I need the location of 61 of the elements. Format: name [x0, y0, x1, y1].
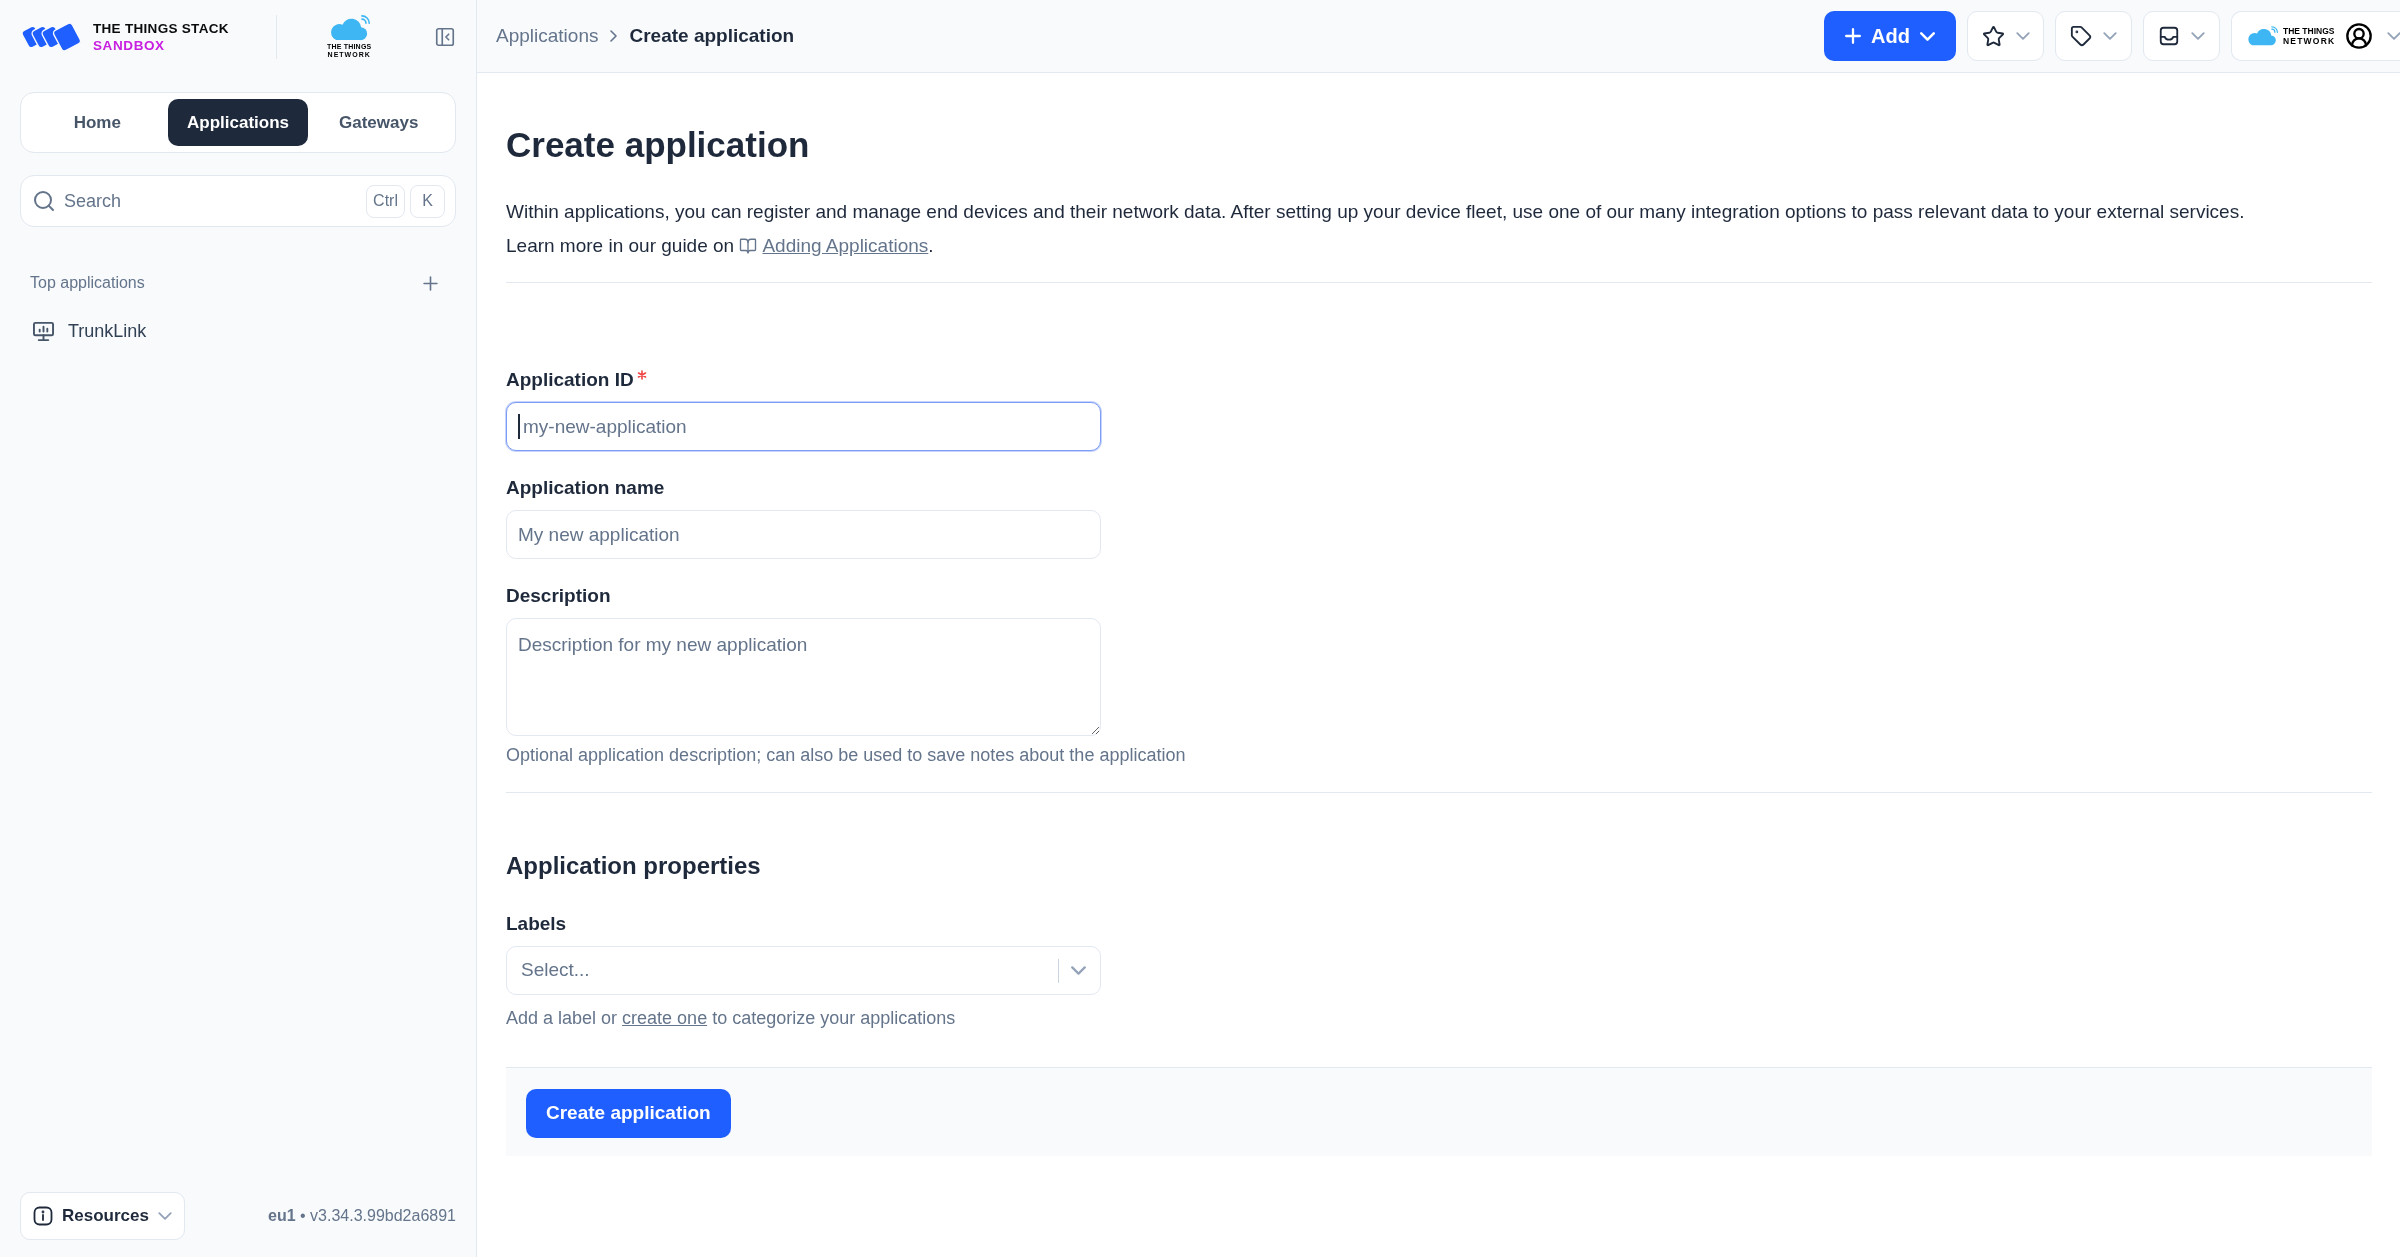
guide-link[interactable]: Adding Applications	[762, 235, 929, 256]
sidebar-item[interactable]: TrunkLink	[20, 320, 456, 342]
cloud-logo-icon	[328, 14, 371, 41]
monitor-chart-icon	[32, 320, 55, 342]
chevron-down-icon	[1071, 966, 1086, 975]
inbox-menu-button[interactable]	[2143, 11, 2220, 61]
search-icon	[32, 189, 56, 213]
resources-button[interactable]: Resources	[20, 1192, 185, 1240]
create-label-link[interactable]: create one	[622, 1008, 708, 1028]
help-text: Add a label or create one to categorize your applications	[506, 1007, 957, 1030]
field-label: Application name	[506, 476, 665, 500]
add-button[interactable]: Add	[1824, 11, 1956, 61]
help-text: Optional application description; can also be used to save notes about the application	[506, 744, 1187, 767]
chevron-down-icon	[157, 1212, 172, 1220]
field-label: Labels	[506, 912, 567, 936]
logo-text: NETWORK	[2283, 36, 2336, 46]
user-avatar-icon	[2345, 22, 2374, 50]
tag-icon	[2070, 25, 2092, 47]
search-input[interactable]: Search	[64, 187, 367, 215]
text-caret-icon	[518, 414, 520, 439]
breadcrumb-separator-icon	[610, 30, 618, 42]
field-label: Description	[506, 584, 611, 608]
plus-icon	[1845, 28, 1862, 44]
section-title: Top applications	[30, 273, 145, 293]
text-input[interactable]: my-new-application	[506, 402, 1101, 451]
info-icon	[33, 1206, 53, 1226]
shortcut-key: Ctrl	[366, 184, 405, 218]
logo-text: THE THINGS	[2283, 26, 2335, 36]
logo-subtitle: SANDBOX	[93, 36, 166, 54]
tag-menu-button[interactable]	[2055, 11, 2132, 61]
chevron-down-icon	[2103, 32, 2117, 40]
add-icon[interactable]	[423, 275, 438, 291]
nav-tab[interactable]: Home	[27, 99, 168, 146]
cloud-logo-icon	[2246, 26, 2278, 46]
star-icon	[1981, 24, 2005, 48]
collapse-sidebar-icon[interactable]	[434, 25, 456, 48]
logo-title: THE THINGS STACK	[93, 19, 229, 37]
stacked-cards-logo-icon	[20, 20, 84, 53]
inbox-icon	[2158, 25, 2180, 47]
section-heading: Application properties	[506, 851, 762, 881]
star-menu-button[interactable]	[1967, 11, 2044, 61]
chevron-down-icon	[2015, 32, 2030, 40]
search-field[interactable]: Search Ctrl K	[20, 175, 456, 227]
breadcrumb-item: Create application	[629, 23, 795, 48]
dropdown-select[interactable]: Select...	[506, 946, 1101, 995]
breadcrumb-item[interactable]: Applications	[496, 21, 599, 51]
book-icon	[739, 237, 758, 255]
shortcut-key: K	[410, 184, 445, 218]
textarea-field[interactable]: Description for my new application	[506, 618, 1101, 736]
nav-tab[interactable]: Gateways	[308, 99, 449, 146]
submit-button[interactable]: Create application	[526, 1089, 731, 1138]
version-text: eu1 • v3.34.3.99bd2a6891	[268, 1206, 456, 1226]
chevron-down-icon	[1919, 31, 1935, 41]
chevron-down-icon	[2387, 32, 2400, 40]
chevron-down-icon	[2191, 32, 2205, 40]
field-label: Application ID	[506, 368, 634, 392]
account-menu-button[interactable]: THE THINGS NETWORK	[2231, 11, 2400, 61]
nav-tab[interactable]: Applications	[167, 99, 309, 146]
guide-text: Learn more in our guide on Adding Applications.	[506, 234, 935, 258]
page-title: Create application	[506, 124, 811, 166]
intro-text: Within applications, you can register and manage end devices and their network data. After setting up your device fleet, use one of our many integration options to pass relevant data to your external services.	[506, 200, 2246, 224]
